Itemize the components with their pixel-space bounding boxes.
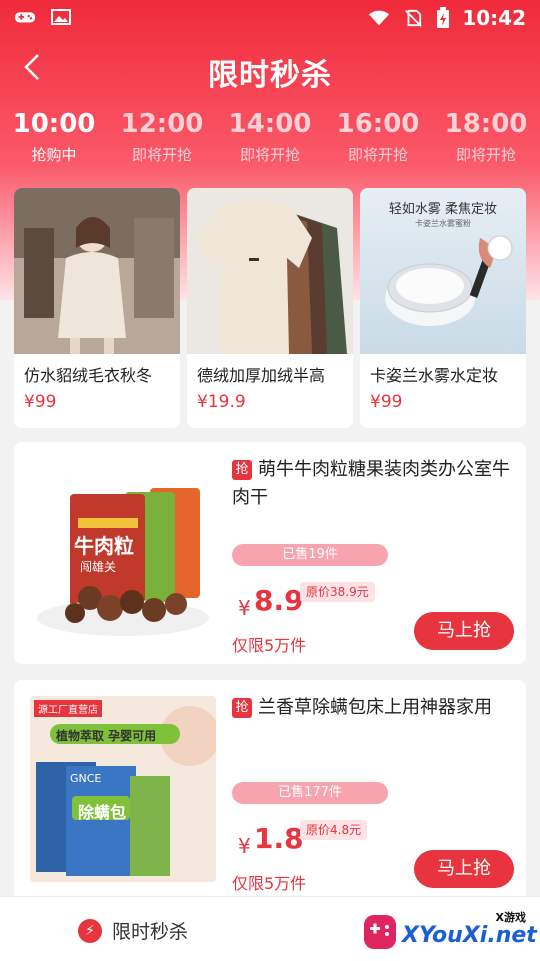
product-image-beef-jerky: 牛肉粒 闯雄关 <box>30 458 216 644</box>
image-brand: GNCE <box>70 772 102 785</box>
gamepad-icon <box>14 12 36 23</box>
no-sim-icon <box>405 9 423 27</box>
sale-price: 1.8 <box>254 822 304 855</box>
game-logo-icon <box>364 915 396 949</box>
tab-label: 限时秒杀 <box>112 921 189 943</box>
original-price: 原价38.9元 <box>300 582 375 602</box>
flash-badge: 抢 <box>232 460 252 480</box>
time-slot-1600[interactable]: 16:00 即将开抢 <box>324 106 432 178</box>
currency-symbol: ¥ <box>238 834 251 858</box>
buy-now-button[interactable]: 马上抢 <box>414 612 514 650</box>
image-label: 牛肉粒 <box>74 534 134 558</box>
tab-flash-sale[interactable]: ⚡ 限时秒杀 <box>78 917 188 944</box>
watermark: X游戏 XYouXi.net <box>360 909 537 957</box>
watermark-main: XYouXi.net <box>402 923 537 948</box>
product-price: ¥19.9 <box>197 392 246 412</box>
product-item[interactable]: 牛肉粒 闯雄关 抢萌牛牛肉粒糖果装肉类办公室牛肉干 已售19件 ¥ 8.9 原价… <box>14 442 526 664</box>
sold-count: 已售177件 <box>232 782 388 804</box>
slot-time: 10:00 <box>12 109 96 139</box>
slot-status: 即将开抢 <box>131 146 192 164</box>
product-name: 抢萌牛牛肉粒糖果装肉类办公室牛肉干 <box>232 456 516 512</box>
slot-status: 即将开抢 <box>455 146 516 164</box>
product-name: 卡姿兰水雾水定妆 <box>370 366 499 385</box>
product-title: 萌牛牛肉粒糖果装肉类办公室牛肉干 <box>232 459 510 508</box>
wifi-icon <box>369 10 390 26</box>
product-image-sweater-dress <box>14 188 180 354</box>
product-image-sweaters <box>187 188 353 354</box>
product-info: 抢兰香草除螨包床上用神器家用 已售177件 ¥ 1.8 原价4.8元 仅限5万件 <box>232 694 516 893</box>
flash-badge: 抢 <box>232 698 252 718</box>
sold-count: 已售19件 <box>232 544 388 566</box>
image-sublabel: 闯雄关 <box>80 560 117 574</box>
stock-limit: 仅限5万件 <box>232 874 307 893</box>
stock-limit: 仅限5万件 <box>232 636 307 655</box>
image-label: 除螨包 <box>78 803 127 822</box>
product-image-mite-pack: 源工厂直营店 植物萃取 孕婴可用 GNCE 除螨包 <box>30 696 216 882</box>
time-slot-1400[interactable]: 14:00 即将开抢 <box>216 106 324 178</box>
slot-time: 18:00 <box>444 109 528 139</box>
buy-now-button[interactable]: 马上抢 <box>414 850 514 888</box>
slot-status: 即将开抢 <box>239 146 300 164</box>
image-banner: 植物萃取 孕婴可用 <box>56 729 157 743</box>
currency-symbol: ¥ <box>238 596 251 620</box>
slot-time: 14:00 <box>228 109 312 139</box>
time-slot-tabs: 10:00 抢购中 12:00 即将开抢 14:00 即将开抢 16:00 即将… <box>0 106 540 178</box>
product-item[interactable]: 源工厂直营店 植物萃取 孕婴可用 GNCE 除螨包 抢兰香草除螨包床上用神器家用… <box>14 680 526 902</box>
product-price: ¥99 <box>24 392 57 412</box>
slot-status: 抢购中 <box>31 146 77 164</box>
original-price: 原价4.8元 <box>300 820 368 840</box>
product-name: 抢兰香草除螨包床上用神器家用 <box>232 694 516 722</box>
product-name: 德绒加厚加绒半高 <box>197 366 326 385</box>
image-store-tag: 源工厂直营店 <box>34 700 102 717</box>
slot-time: 12:00 <box>120 109 204 139</box>
lightning-icon: ⚡ <box>78 918 102 943</box>
product-image-setting-powder: 轻如水雾 柔焦定妆 卡姿兰水雾蜜粉 <box>360 188 526 354</box>
time-slot-1800[interactable]: 18:00 即将开抢 <box>432 106 540 178</box>
sale-price: 8.9 <box>254 584 304 617</box>
product-title: 兰香草除螨包床上用神器家用 <box>258 697 492 718</box>
product-info: 抢萌牛牛肉粒糖果装肉类办公室牛肉干 已售19件 ¥ 8.9 原价38.9元 仅限… <box>232 456 516 655</box>
featured-card[interactable]: 轻如水雾 柔焦定妆 卡姿兰水雾蜜粉 卡姿兰水雾水定妆 ¥99 <box>360 188 526 428</box>
featured-products: 仿水貂绒毛衣秋冬 ¥99 德绒加厚加绒半高 ¥19.9 轻如水雾 柔焦定妆 卡姿… <box>14 188 526 428</box>
image-icon <box>51 9 71 25</box>
bottom-bar: ⚡ 限时秒杀 X游戏 XYouXi.net <box>0 896 540 961</box>
title-bar: 限时秒杀 <box>0 40 540 98</box>
slot-time: 16:00 <box>336 109 420 139</box>
page-title: 限时秒杀 <box>208 58 332 93</box>
featured-card[interactable]: 德绒加厚加绒半高 ¥19.9 <box>187 188 353 428</box>
status-bar: 10:42 <box>0 0 540 38</box>
time-slot-1000[interactable]: 10:00 抢购中 <box>0 106 108 178</box>
product-price: ¥99 <box>370 392 403 412</box>
battery-charging-icon <box>437 7 450 28</box>
slot-status: 即将开抢 <box>347 146 408 164</box>
featured-card[interactable]: 仿水貂绒毛衣秋冬 ¥99 <box>14 188 180 428</box>
time-slot-1200[interactable]: 12:00 即将开抢 <box>108 106 216 178</box>
clock: 10:42 <box>462 6 526 30</box>
product-name: 仿水貂绒毛衣秋冬 <box>24 366 153 385</box>
